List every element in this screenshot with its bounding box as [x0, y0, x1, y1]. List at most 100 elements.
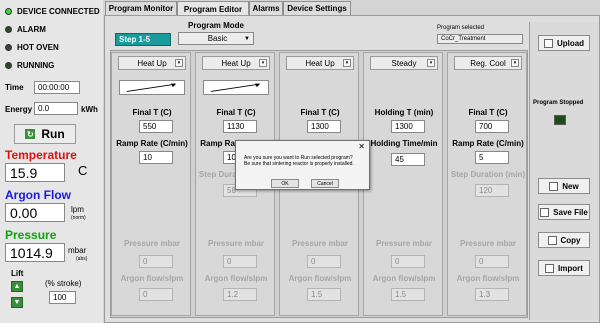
- step-column-1: Heat Up ▾ Final T (C) 550 Ramp Rate (C/mi…: [111, 52, 191, 316]
- upload-button[interactable]: Upload: [538, 35, 590, 51]
- pressure-input[interactable]: 0: [307, 255, 341, 268]
- lift-up-button[interactable]: ▲: [11, 281, 23, 292]
- ramp-rate-label: Ramp Rate (C/min): [452, 139, 524, 148]
- argon-flow-slpm-label: Argon flow/slpm: [456, 274, 520, 283]
- temperature-label: Temperature: [5, 148, 77, 162]
- argon-flow-input[interactable]: 1.3: [475, 288, 509, 301]
- lift-stroke-label: (% stroke): [45, 279, 82, 288]
- final-temp-input[interactable]: 550: [139, 120, 173, 133]
- pressure-input[interactable]: 0: [139, 255, 173, 268]
- program-mode-select[interactable]: Basic ▼: [178, 32, 254, 45]
- pressure-input[interactable]: 0: [391, 255, 425, 268]
- run-button[interactable]: ↻ Run: [14, 124, 76, 144]
- save-file-button[interactable]: Save File: [538, 204, 590, 220]
- ramp-rate-input[interactable]: 5: [475, 151, 509, 164]
- energy-unit: kWh: [81, 105, 98, 114]
- arrow-down-icon: ▼: [13, 299, 21, 306]
- holding-temp-input[interactable]: 1300: [391, 120, 425, 133]
- argon-flow-value: 0.00: [5, 203, 65, 222]
- temperature-value: 15.9: [5, 163, 65, 182]
- copy-icon: [547, 235, 557, 245]
- argon-flow-unit: lpm: [71, 205, 84, 214]
- pressure-input[interactable]: 0: [475, 255, 509, 268]
- time-label: Time: [5, 83, 24, 92]
- pressure-input[interactable]: 0: [223, 255, 257, 268]
- energy-value: 0.0: [34, 102, 78, 115]
- step-column-5: Reg. Cool ▾ Final T (C) 700 Ramp Rate (C/…: [447, 52, 527, 316]
- holding-time-label: Holding Time/min: [370, 139, 438, 148]
- step-range-indicator: Step 1-5: [115, 33, 171, 46]
- pressure-sub: (abs): [76, 256, 88, 262]
- tab-program-editor[interactable]: Program Editor: [177, 1, 249, 16]
- argon-flow-slpm-label: Argon flow/slpm: [372, 274, 436, 283]
- cancel-button[interactable]: Cancel: [311, 179, 339, 188]
- tab-device-settings[interactable]: Device Settings: [283, 1, 351, 15]
- program-status-led-icon: [554, 115, 566, 125]
- time-value: 00:00:00: [34, 81, 80, 94]
- program-selected-label: Program selected: [437, 25, 485, 31]
- pressure-mbar-label: Pressure mbar: [375, 239, 433, 248]
- led-off-icon: [5, 25, 12, 33]
- holding-time-input[interactable]: 45: [391, 153, 425, 166]
- step-type-select[interactable]: Heat Up ▾: [202, 56, 270, 70]
- holding-temp-label: Holding T (min): [374, 108, 434, 117]
- argon-flow-sub: (norm): [71, 215, 86, 221]
- ramp-graph: [119, 80, 185, 95]
- led-green-icon: [5, 7, 12, 15]
- new-file-icon: [549, 181, 559, 191]
- arrow-up-icon: ▲: [13, 283, 21, 290]
- confirm-run-dialog: ✕ Are you sure you want to Run selected …: [235, 140, 370, 190]
- pressure-mbar-label: Pressure mbar: [123, 239, 181, 248]
- step-type-select[interactable]: Reg. Cool ▾: [454, 56, 522, 70]
- dialog-message: Are you sure you want to Run selected pr…: [244, 155, 354, 167]
- import-button[interactable]: Import: [538, 260, 590, 276]
- final-temp-input[interactable]: 1130: [223, 120, 257, 133]
- new-button[interactable]: New: [538, 178, 590, 194]
- pressure-label: Pressure: [5, 228, 57, 242]
- copy-button[interactable]: Copy: [538, 232, 590, 248]
- argon-flow-input[interactable]: 1.2: [223, 288, 257, 301]
- program-mode-label: Program Mode: [188, 21, 245, 30]
- pressure-mbar-label: Pressure mbar: [291, 239, 349, 248]
- program-status-label: Program Stopped: [533, 100, 584, 106]
- final-temp-label: Final T (C): [132, 108, 172, 117]
- run-icon: ↻: [25, 129, 36, 139]
- lift-label: Lift: [11, 269, 24, 278]
- import-icon: [545, 263, 555, 273]
- ok-button[interactable]: OK: [271, 179, 299, 188]
- argon-flow-input[interactable]: 1.5: [307, 288, 341, 301]
- step-type-select[interactable]: Heat Up ▾: [118, 56, 186, 70]
- lift-stroke-input[interactable]: 100: [49, 291, 76, 304]
- upload-icon: [543, 38, 553, 48]
- argon-flow-input[interactable]: 1.5: [391, 288, 425, 301]
- step-type-select[interactable]: Steady ▾: [370, 56, 438, 70]
- close-icon[interactable]: ✕: [358, 142, 365, 151]
- final-temp-input[interactable]: 700: [475, 120, 509, 133]
- final-temp-input[interactable]: 1300: [307, 120, 341, 133]
- ramp-rate-input[interactable]: 10: [139, 151, 173, 164]
- final-temp-label: Final T (C): [468, 108, 508, 117]
- tab-program-monitor[interactable]: Program Monitor: [105, 1, 177, 15]
- lift-down-button[interactable]: ▼: [11, 297, 23, 308]
- ramp-rate-label: Ramp Rate (C/min): [116, 139, 188, 148]
- led-off-icon: [5, 61, 12, 69]
- final-temp-label: Final T (C): [300, 108, 340, 117]
- pressure-value: 1014.9: [5, 243, 65, 262]
- argon-flow-slpm-label: Argon flow/slpm: [288, 274, 352, 283]
- pressure-mbar-label: Pressure mbar: [459, 239, 517, 248]
- argon-flow-input[interactable]: 0: [139, 288, 173, 301]
- step-type-select[interactable]: Heat Up ▾: [286, 56, 354, 70]
- chevron-down-icon: ▾: [427, 59, 435, 67]
- final-temp-label: Final T (C): [216, 108, 256, 117]
- tab-alarms[interactable]: Alarms: [249, 1, 283, 15]
- led-off-icon: [5, 43, 12, 51]
- left-panel: DEVICE CONNECTED ALARM HOT OVEN RUNNING …: [0, 0, 103, 323]
- program-selected-value: CoCr_Treatment: [437, 34, 523, 44]
- chevron-down-icon: ▾: [175, 59, 183, 67]
- pressure-unit: mbar: [68, 246, 87, 255]
- argon-flow-slpm-label: Argon flow/slpm: [120, 274, 184, 283]
- chevron-down-icon: ▾: [343, 59, 351, 67]
- step-duration-label: Step Duration (min): [450, 170, 526, 179]
- temperature-unit: C: [78, 163, 88, 178]
- chevron-down-icon: ▼: [244, 35, 250, 42]
